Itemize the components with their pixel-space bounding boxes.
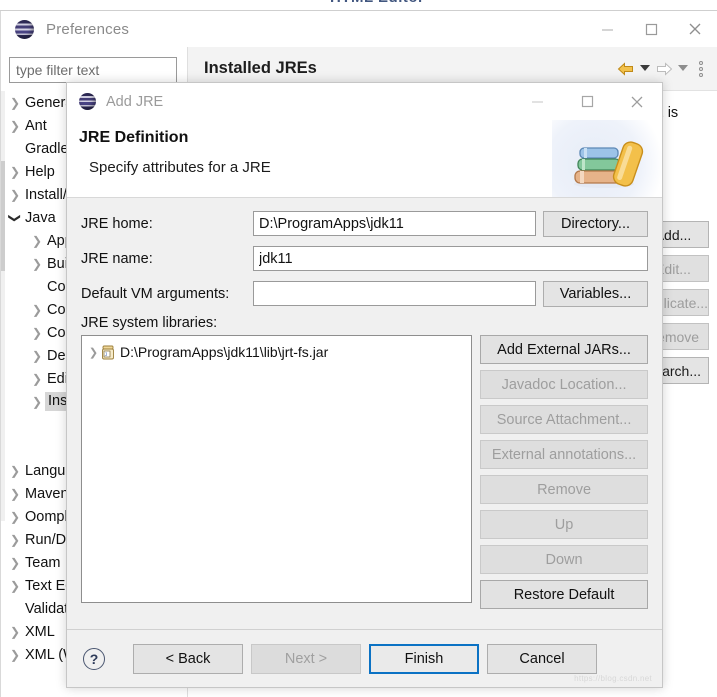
close-button[interactable] xyxy=(673,11,717,47)
vm-arguments-row: Default VM arguments: Variables... xyxy=(81,278,648,309)
sidebar-item-label: Ant xyxy=(25,117,47,134)
page-toolbar xyxy=(617,54,717,84)
source-attachment-button: Source Attachment... xyxy=(480,405,648,434)
page-title: Installed JREs xyxy=(204,59,317,77)
back-history-chevron-down-icon[interactable] xyxy=(637,65,653,72)
background-app-strip: HTML Editor xyxy=(0,0,717,11)
chevron-right-icon[interactable]: ❯ xyxy=(29,258,45,270)
dialog-close-button[interactable] xyxy=(612,83,662,120)
screen: HTML Editor Preferences xyxy=(0,0,717,697)
watermark-text: https://blog.csdn.net xyxy=(574,674,652,683)
dialog-heading: JRE Definition xyxy=(79,129,189,146)
svg-text:J: J xyxy=(105,352,108,358)
chevron-right-icon[interactable]: ❯ xyxy=(29,373,45,385)
chevron-right-icon[interactable]: ❯ xyxy=(29,235,45,247)
dialog-title: Add JRE xyxy=(106,93,164,110)
jar-file-icon: J xyxy=(101,345,115,360)
forward-arrow-icon xyxy=(655,54,673,84)
dialog-titlebar: Add JRE xyxy=(67,83,662,120)
filter-field-wrapper xyxy=(9,57,177,83)
dialog-form: JRE home: Directory... JRE name: Default… xyxy=(67,198,662,331)
chevron-right-icon[interactable]: ❯ xyxy=(7,465,23,477)
jre-home-row: JRE home: Directory... xyxy=(81,208,648,239)
external-annotations-button: External annotations... xyxy=(480,440,648,469)
variables-button[interactable]: Variables... xyxy=(543,280,648,307)
chevron-right-icon[interactable]: ❯ xyxy=(7,649,23,661)
dialog-minimize-button xyxy=(512,83,562,120)
books-stack-icon xyxy=(570,134,646,190)
add-jre-dialog: Add JRE JRE Definition Specify attribute… xyxy=(66,82,663,688)
window-controls xyxy=(585,11,717,47)
chevron-right-icon[interactable]: ❯ xyxy=(86,346,101,359)
cancel-button[interactable]: Cancel xyxy=(487,643,597,674)
eclipse-logo-icon xyxy=(79,93,96,110)
chevron-down-icon[interactable]: ❯ xyxy=(8,210,22,226)
chevron-right-icon[interactable]: ❯ xyxy=(7,626,23,638)
background-app-title: HTML Editor xyxy=(330,0,424,6)
sidebar-item-label: Maven xyxy=(25,485,69,502)
jre-name-label: JRE name: xyxy=(81,250,153,267)
directory-button[interactable]: Directory... xyxy=(543,210,648,237)
back-button[interactable]: < Back xyxy=(133,643,243,674)
jre-system-libraries-label: JRE system libraries: xyxy=(81,315,218,331)
dialog-footer: ? < Back Next > Finish Cancel https://blog.… xyxy=(67,629,662,687)
sidebar-item-label: Gradle xyxy=(25,140,69,157)
dialog-footer-buttons: < Back Next > Finish Cancel xyxy=(133,643,597,674)
dialog-header: JRE Definition Specify attributes for a … xyxy=(67,120,662,198)
remove-button: Remove xyxy=(480,475,648,504)
dialog-window-controls xyxy=(512,83,662,120)
sidebar-item-label: XML xyxy=(25,623,55,640)
chevron-right-icon[interactable]: ❯ xyxy=(7,166,23,178)
vm-arguments-input[interactable] xyxy=(253,281,536,306)
tree-scrollbar[interactable] xyxy=(1,91,5,521)
minimize-button[interactable] xyxy=(585,11,629,47)
chevron-right-icon[interactable]: ❯ xyxy=(29,327,45,339)
sidebar-item-label: Help xyxy=(25,163,55,180)
jre-name-input[interactable] xyxy=(253,246,648,271)
finish-button[interactable]: Finish xyxy=(369,643,479,674)
chevron-right-icon[interactable]: ❯ xyxy=(7,97,23,109)
vertical-dots-menu-icon[interactable] xyxy=(693,60,709,77)
jre-name-row: JRE name: xyxy=(81,243,648,274)
chevron-right-icon[interactable]: ❯ xyxy=(7,534,23,546)
chevron-right-icon[interactable]: ❯ xyxy=(7,120,23,132)
help-question-icon[interactable]: ? xyxy=(83,647,105,670)
library-path-label: D:\ProgramApps\jdk11\lib\jrt-fs.jar xyxy=(120,344,329,360)
chevron-right-icon[interactable]: ❯ xyxy=(29,304,45,316)
forward-history-chevron-down-icon[interactable] xyxy=(675,65,691,72)
chevron-right-icon[interactable]: ❯ xyxy=(7,580,23,592)
libraries-buttons: Add External JARs... Javadoc Location... S… xyxy=(480,335,648,609)
jre-hint-text: E is xyxy=(654,105,679,121)
libraries-area: ❯ J D:\ProgramApps\jdk11\lib\jrt-fs.jar Ad… xyxy=(67,335,662,609)
maximize-button[interactable] xyxy=(629,11,673,47)
eclipse-logo-icon xyxy=(15,19,34,39)
sidebar-item-label: Java xyxy=(25,209,56,226)
dialog-subheading: Specify attributes for a JRE xyxy=(89,159,271,176)
chevron-right-icon[interactable]: ❯ xyxy=(29,350,45,362)
vm-arguments-label: Default VM arguments: xyxy=(81,285,230,302)
chevron-right-icon[interactable]: ❯ xyxy=(7,488,23,500)
window-title: Preferences xyxy=(46,20,130,38)
jre-home-input[interactable] xyxy=(253,211,536,236)
up-button: Up xyxy=(480,510,648,539)
search-input[interactable] xyxy=(9,57,177,83)
libraries-tree[interactable]: ❯ J D:\ProgramApps\jdk11\lib\jrt-fs.jar xyxy=(81,335,473,603)
chevron-right-icon[interactable]: ❯ xyxy=(7,557,23,569)
chevron-right-icon[interactable]: ❯ xyxy=(29,396,45,408)
chevron-right-icon[interactable]: ❯ xyxy=(7,511,23,523)
jre-home-label: JRE home: xyxy=(81,215,153,232)
chevron-right-icon[interactable]: ❯ xyxy=(7,189,23,201)
back-arrow-icon[interactable] xyxy=(617,54,635,84)
library-tree-item[interactable]: ❯ J D:\ProgramApps\jdk11\lib\jrt-fs.jar xyxy=(86,342,471,362)
down-button: Down xyxy=(480,545,648,574)
next-button: Next > xyxy=(251,643,361,674)
dialog-maximize-button[interactable] xyxy=(562,83,612,120)
sidebar-item-label: Team xyxy=(25,554,61,571)
restore-default-button[interactable]: Restore Default xyxy=(480,580,648,609)
javadoc-location-button: Javadoc Location... xyxy=(480,370,648,399)
preferences-titlebar: Preferences xyxy=(1,11,717,47)
add-external-jars-button[interactable]: Add External JARs... xyxy=(480,335,648,364)
